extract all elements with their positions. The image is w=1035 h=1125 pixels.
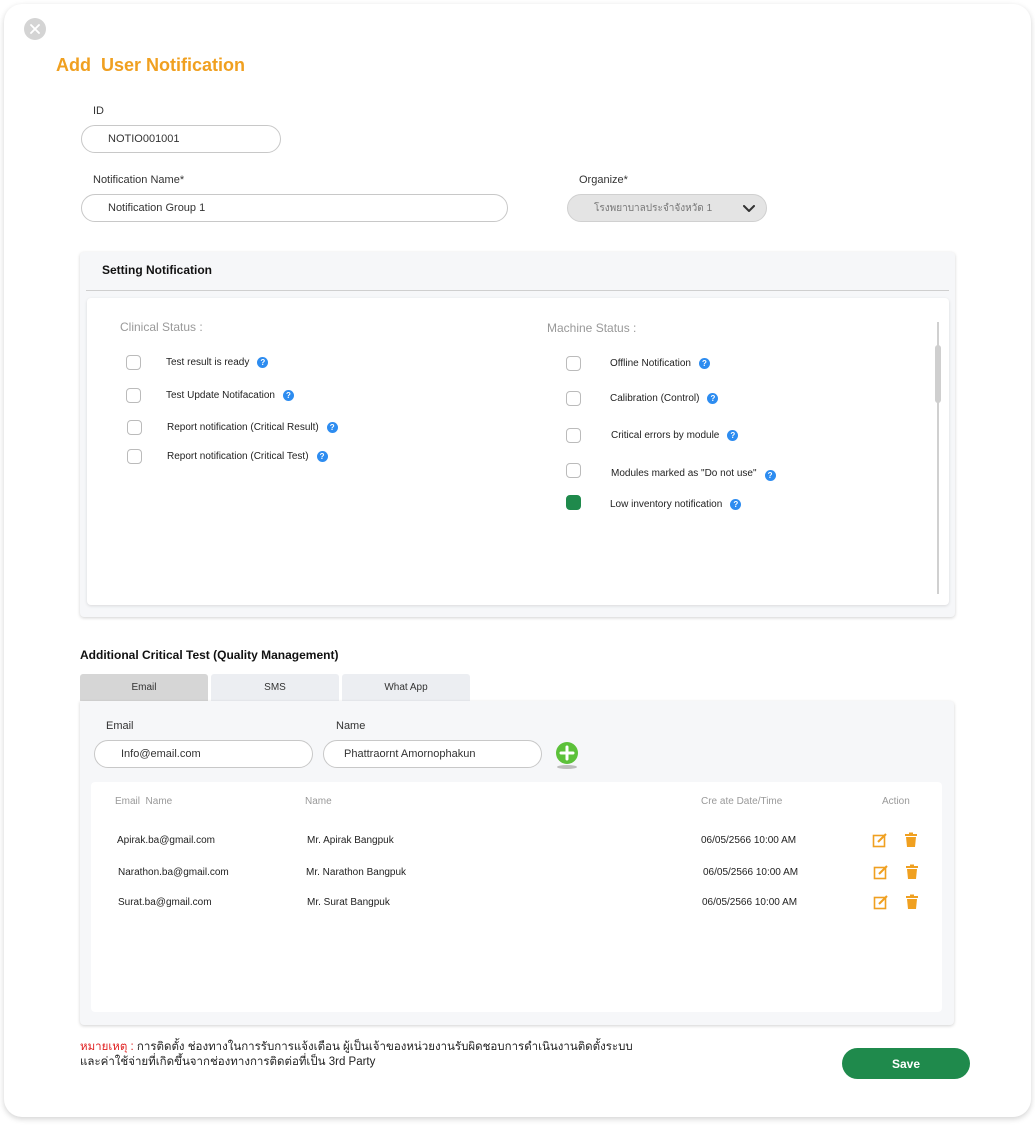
checkbox-critical-errors[interactable]: [566, 428, 581, 443]
footer-note: หมายเหตุ : การติดตั้ง ช่องทางในการรับการ…: [80, 1040, 633, 1070]
notification-name-input[interactable]: Notification Group 1: [81, 194, 508, 222]
help-icon[interactable]: ?: [257, 357, 269, 368]
checkbox-report-critical-result[interactable]: [127, 420, 142, 435]
help-icon[interactable]: ?: [707, 393, 719, 404]
table-header-action: Action: [882, 796, 910, 807]
option-label: Low inventory notification: [610, 499, 723, 511]
table-cell-date: 06/05/2566 10:00 AM: [701, 835, 797, 846]
option-label: Report notification (Critical Result): [167, 422, 319, 434]
table-cell-email: Surat.ba@gmail.com: [118, 897, 212, 908]
name-label: Name: [336, 720, 366, 732]
edit-icon[interactable]: [872, 832, 888, 848]
table-cell-name: Mr. Narathon Bangpuk: [306, 867, 407, 878]
close-icon[interactable]: [24, 18, 46, 40]
note-highlight: หมายเหตุ :: [80, 1041, 134, 1053]
table-header-date: Cre ate Date/Time: [701, 796, 783, 807]
option-calibration: Calibration (Control)?: [610, 393, 719, 405]
help-icon[interactable]: ?: [316, 451, 328, 462]
help-icon[interactable]: ?: [282, 390, 294, 401]
help-icon[interactable]: ?: [730, 499, 742, 510]
checkbox-offline-notification[interactable]: [566, 356, 581, 371]
option-label: Offline Notification: [610, 358, 691, 370]
note-text-2: และค่าใช้จ่ายที่เกิดขึ้นจากช่องทางการติด…: [80, 1056, 376, 1068]
scrollbar-thumb[interactable]: [935, 345, 941, 403]
help-icon[interactable]: ?: [698, 358, 710, 369]
table-header-name: Name: [305, 796, 332, 807]
checkbox-low-inventory[interactable]: [566, 495, 581, 510]
id-value: NOTIO001001: [108, 133, 180, 145]
option-report-critical-result: Report notification (Critical Result)?: [167, 422, 338, 433]
checkbox-report-critical-test[interactable]: [127, 449, 142, 464]
option-low-inventory: Low inventory notification?: [610, 499, 742, 511]
tab-email[interactable]: Email: [80, 674, 208, 701]
notification-name-label: Notification Name*: [93, 174, 185, 186]
option-label: Calibration (Control): [610, 393, 700, 405]
option-critical-errors: Critical errors by module?: [611, 430, 739, 442]
organize-value: โรงพยาบาลประจำจังหวัด 1: [594, 202, 713, 214]
save-button[interactable]: Save: [842, 1048, 970, 1079]
option-offline-notification: Offline Notification?: [610, 358, 710, 369]
table-cell-date: 06/05/2566 10:00 AM: [702, 897, 798, 908]
option-label: Test Update Notifacation: [166, 390, 275, 402]
machine-status-title: Machine Status :: [547, 321, 637, 335]
option-label: Critical errors by module: [611, 430, 720, 442]
checkbox-test-result-ready[interactable]: [126, 355, 141, 370]
divider: [86, 290, 949, 291]
tab-sms[interactable]: SMS: [211, 674, 339, 701]
setting-notification-title: Setting Notification: [102, 263, 212, 277]
id-label: ID: [93, 105, 104, 117]
organize-label: Organize*: [579, 174, 628, 186]
table-header-email: Email Name: [115, 796, 173, 807]
option-modules-do-not-use: Modules marked as "Do not use"?: [611, 466, 776, 481]
checkbox-test-update[interactable]: [126, 388, 141, 403]
note-text-1: การติดตั้ง ช่องทางในการรับการแจ้งเตือน ผ…: [133, 1041, 633, 1053]
table-cell-name: Mr. Surat Bangpuk: [307, 897, 390, 908]
add-button[interactable]: [555, 741, 579, 770]
option-label: Test result is ready: [166, 357, 250, 369]
checkbox-modules-do-not-use[interactable]: [566, 463, 581, 478]
email-label: Email: [106, 720, 134, 732]
help-icon[interactable]: ?: [727, 430, 739, 441]
edit-icon[interactable]: [873, 864, 889, 880]
option-test-result-ready: Test result is ready?: [166, 357, 269, 369]
clinical-status-title: Clinical Status :: [120, 320, 203, 334]
id-input[interactable]: NOTIO001001: [81, 125, 281, 153]
name-value: Phattraornt Amornophakun: [344, 748, 476, 760]
option-label: Modules marked as "Do not use": [611, 468, 757, 480]
trash-icon[interactable]: [904, 894, 920, 910]
trash-icon[interactable]: [904, 864, 920, 880]
name-input[interactable]: Phattraornt Amornophakun: [323, 740, 542, 768]
notification-name-value: Notification Group 1: [108, 202, 206, 214]
recipients-table: [91, 782, 942, 1012]
chevron-down-icon: [743, 205, 755, 212]
table-cell-email: Apirak.ba@gmail.com: [117, 835, 215, 846]
option-test-update: Test Update Notifacation?: [166, 390, 294, 401]
page-title: Add User Notification: [56, 55, 246, 75]
option-report-critical-test: Report notification (Critical Test)?: [167, 451, 328, 462]
checkbox-calibration[interactable]: [566, 391, 581, 406]
note-line-1: หมายเหตุ : การติดตั้ง ช่องทางในการรับการ…: [80, 1040, 633, 1055]
table-cell-email: Narathon.ba@gmail.com: [118, 867, 229, 878]
tab-whatsapp[interactable]: What App: [342, 674, 470, 701]
option-label: Report notification (Critical Test): [167, 451, 309, 463]
help-icon[interactable]: ?: [326, 422, 338, 433]
organize-select[interactable]: โรงพยาบาลประจำจังหวัด 1: [567, 194, 767, 222]
critical-test-title: Additional Critical Test (Quality Manage…: [80, 648, 339, 662]
edit-icon[interactable]: [873, 894, 889, 910]
help-icon[interactable]: ?: [764, 470, 776, 481]
email-input[interactable]: Info@email.com: [94, 740, 313, 768]
email-value: Info@email.com: [121, 748, 201, 760]
trash-icon[interactable]: [903, 832, 919, 848]
table-cell-name: Mr. Apirak Bangpuk: [307, 835, 394, 846]
table-cell-date: 06/05/2566 10:00 AM: [703, 867, 799, 878]
